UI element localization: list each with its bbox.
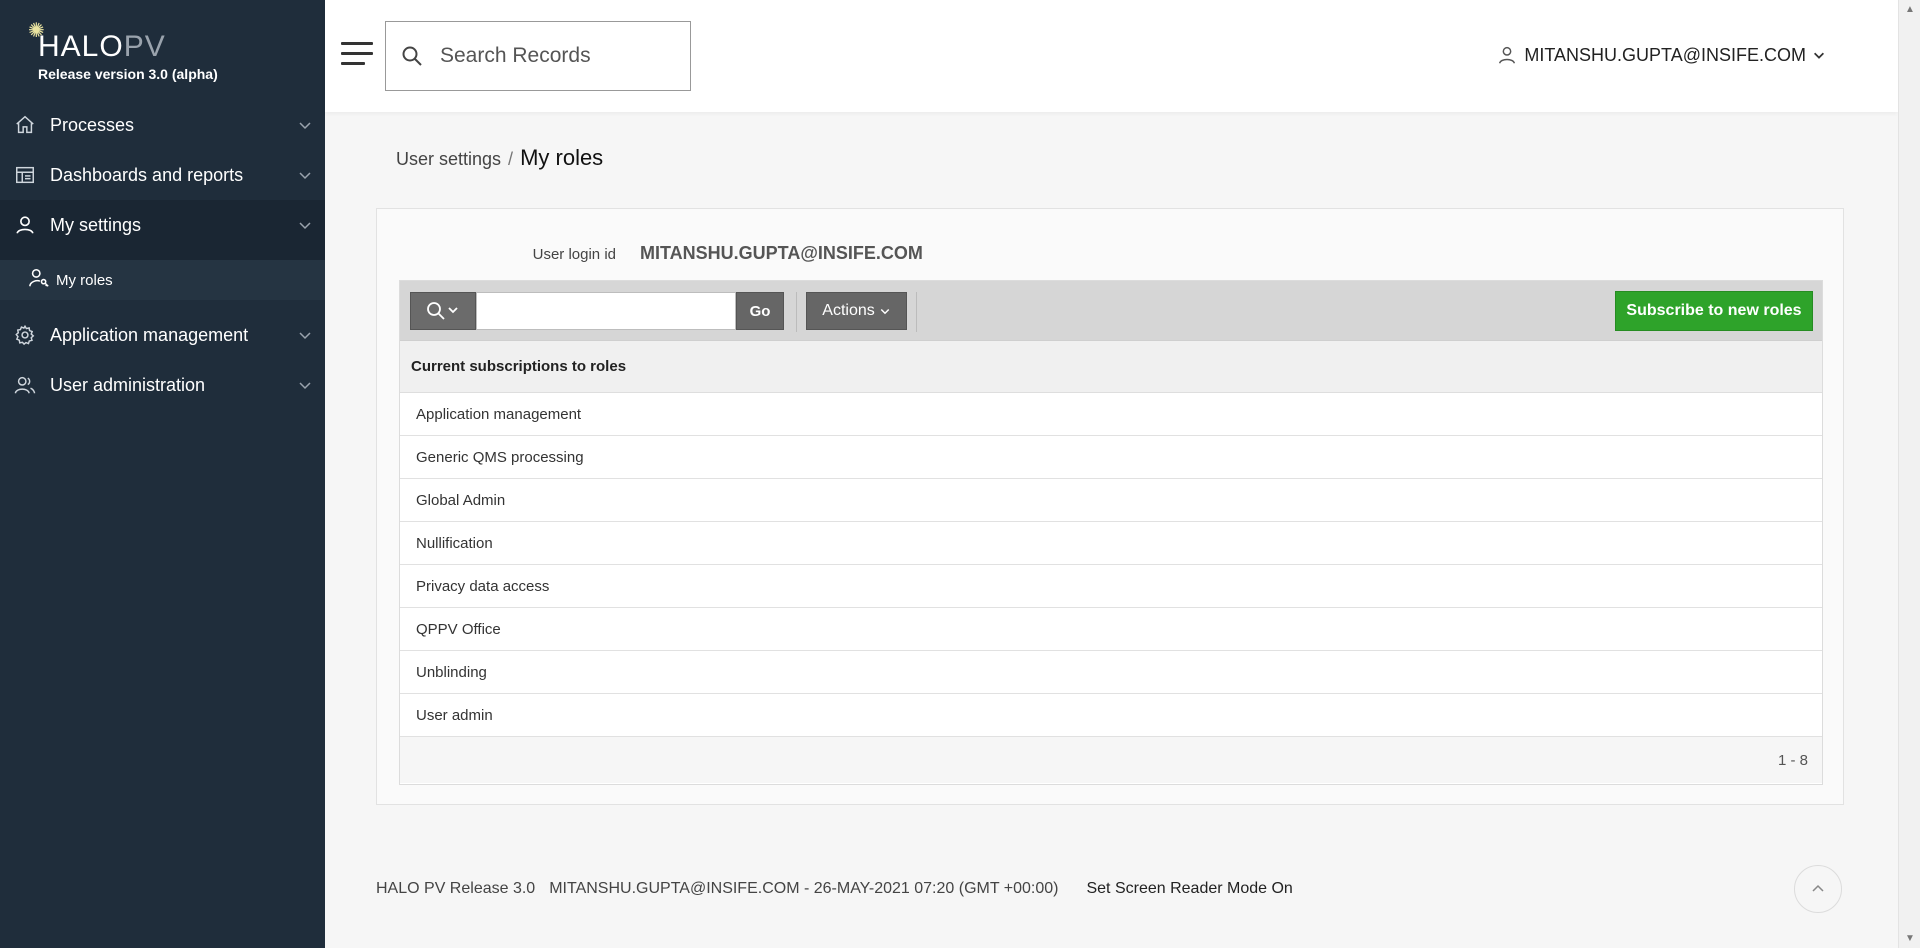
footer-release: HALO PV Release 3.0	[376, 880, 536, 897]
table-footer: 1 - 8	[400, 737, 1822, 783]
table-row[interactable]: Generic QMS processing	[400, 436, 1822, 479]
table-row[interactable]: User admin	[400, 694, 1822, 737]
screen-reader-mode-link[interactable]: Set Screen Reader Mode On	[1086, 880, 1292, 898]
page-title: My roles	[520, 145, 604, 170]
sidebar-item-my-settings[interactable]: My settings	[0, 200, 325, 250]
sidebar: ✺ HALOPV Release version 3.0 (alpha) Pro…	[0, 0, 325, 948]
actions-menu-button[interactable]: Actions	[806, 292, 907, 330]
top-header: MITANSHU.GUPTA@INSIFE.COM	[325, 0, 1898, 112]
toolbar-divider	[796, 292, 797, 332]
user-icon	[13, 213, 37, 237]
breadcrumb-separator: /	[508, 149, 514, 169]
back-to-top-button[interactable]	[1794, 865, 1842, 913]
chevron-down-icon	[880, 308, 890, 315]
sidebar-subitem-my-roles[interactable]: My roles	[0, 260, 325, 300]
scroll-up-icon[interactable]: ▲	[1905, 4, 1915, 15]
chevron-down-icon	[299, 122, 311, 130]
user-login-row: User login id MITANSHU.GUPTA@INSIFE.COM	[377, 243, 1843, 267]
sidebar-item-label: Processes	[50, 114, 135, 135]
report-search-input[interactable]	[476, 292, 736, 330]
search-input[interactable]	[440, 44, 670, 68]
nav-spacer	[0, 250, 325, 260]
table-row[interactable]: Nullification	[400, 522, 1822, 565]
footer-session: MITANSHU.GUPTA@INSIFE.COM - 26-MAY-2021 …	[549, 880, 1059, 897]
hamburger-menu-icon[interactable]	[341, 42, 373, 68]
user-icon	[1499, 46, 1516, 64]
sidebar-nav: Processes Dashboards and reports My sett…	[0, 100, 325, 410]
table-row[interactable]: Global Admin	[400, 479, 1822, 522]
user-key-icon	[28, 267, 50, 294]
user-menu[interactable]: MITANSHU.GUPTA@INSIFE.COM	[1496, 44, 1826, 66]
chevron-down-icon	[299, 222, 311, 230]
subscribe-to-new-roles-button[interactable]: Subscribe to new roles	[1615, 291, 1813, 331]
sidebar-item-label: Dashboards and reports	[50, 164, 244, 185]
search-column-button[interactable]	[410, 292, 476, 330]
table-row[interactable]: Unblinding	[400, 651, 1822, 694]
chevron-down-icon	[1814, 52, 1824, 59]
dashboard-icon	[13, 163, 37, 187]
sidebar-subitem-label: My roles	[56, 271, 113, 289]
sidebar-item-user-administration[interactable]: User administration	[0, 360, 325, 410]
scroll-down-icon[interactable]: ▼	[1905, 933, 1915, 944]
toolbar-divider	[916, 292, 917, 332]
sidebar-item-dashboards[interactable]: Dashboards and reports	[0, 150, 325, 200]
nav-spacer	[0, 300, 325, 310]
halopv-logo[interactable]: ✺ HALOPV Release version 3.0 (alpha)	[28, 18, 278, 88]
table-header[interactable]: Current subscriptions to roles	[400, 341, 1822, 393]
page-footer: HALO PV Release 3.0 MITANSHU.GUPTA@INSIF…	[376, 880, 1293, 898]
page-scrollbar[interactable]: ▲ ▼	[1898, 0, 1920, 948]
gear-icon	[13, 323, 37, 347]
user-name: MITANSHU.GUPTA@INSIFE.COM	[1524, 44, 1806, 65]
sidebar-item-application-management[interactable]: Application management	[0, 310, 325, 360]
go-button[interactable]: Go	[736, 292, 784, 330]
my-roles-card: User login id MITANSHU.GUPTA@INSIFE.COM …	[376, 208, 1844, 805]
breadcrumb-user-settings[interactable]: User settings	[396, 149, 501, 170]
chevron-down-icon	[299, 172, 311, 180]
logo-wordmark: HALOPV	[38, 30, 166, 63]
chevron-down-icon	[299, 382, 311, 390]
user-login-value: MITANSHU.GUPTA@INSIFE.COM	[640, 243, 923, 263]
table-row[interactable]: QPPV Office	[400, 608, 1822, 651]
chevron-up-icon	[1812, 884, 1824, 892]
table-row[interactable]: Privacy data access	[400, 565, 1822, 608]
search-icon	[427, 302, 458, 320]
sidebar-item-label: User administration	[50, 374, 206, 395]
pagination-range: 1 - 8	[1777, 752, 1808, 769]
home-icon	[13, 113, 37, 137]
breadcrumb: User settings / My roles	[396, 145, 603, 171]
user-login-label: User login id	[532, 246, 616, 263]
table-row[interactable]: Application management	[400, 393, 1822, 436]
actions-label: Actions	[822, 302, 875, 319]
search-records-box[interactable]	[385, 21, 691, 91]
release-version: Release version 3.0 (alpha)	[38, 66, 218, 82]
search-icon[interactable]	[392, 44, 432, 68]
report-toolbar: Go Actions Subscribe to new roles	[400, 281, 1822, 341]
sidebar-item-label: Application management	[50, 324, 249, 345]
sidebar-item-label: My settings	[50, 214, 142, 235]
roles-report: Go Actions Subscribe to new roles Curren…	[399, 280, 1823, 785]
chevron-down-icon	[299, 332, 311, 340]
sidebar-item-processes[interactable]: Processes	[0, 100, 325, 150]
users-icon	[13, 373, 37, 397]
